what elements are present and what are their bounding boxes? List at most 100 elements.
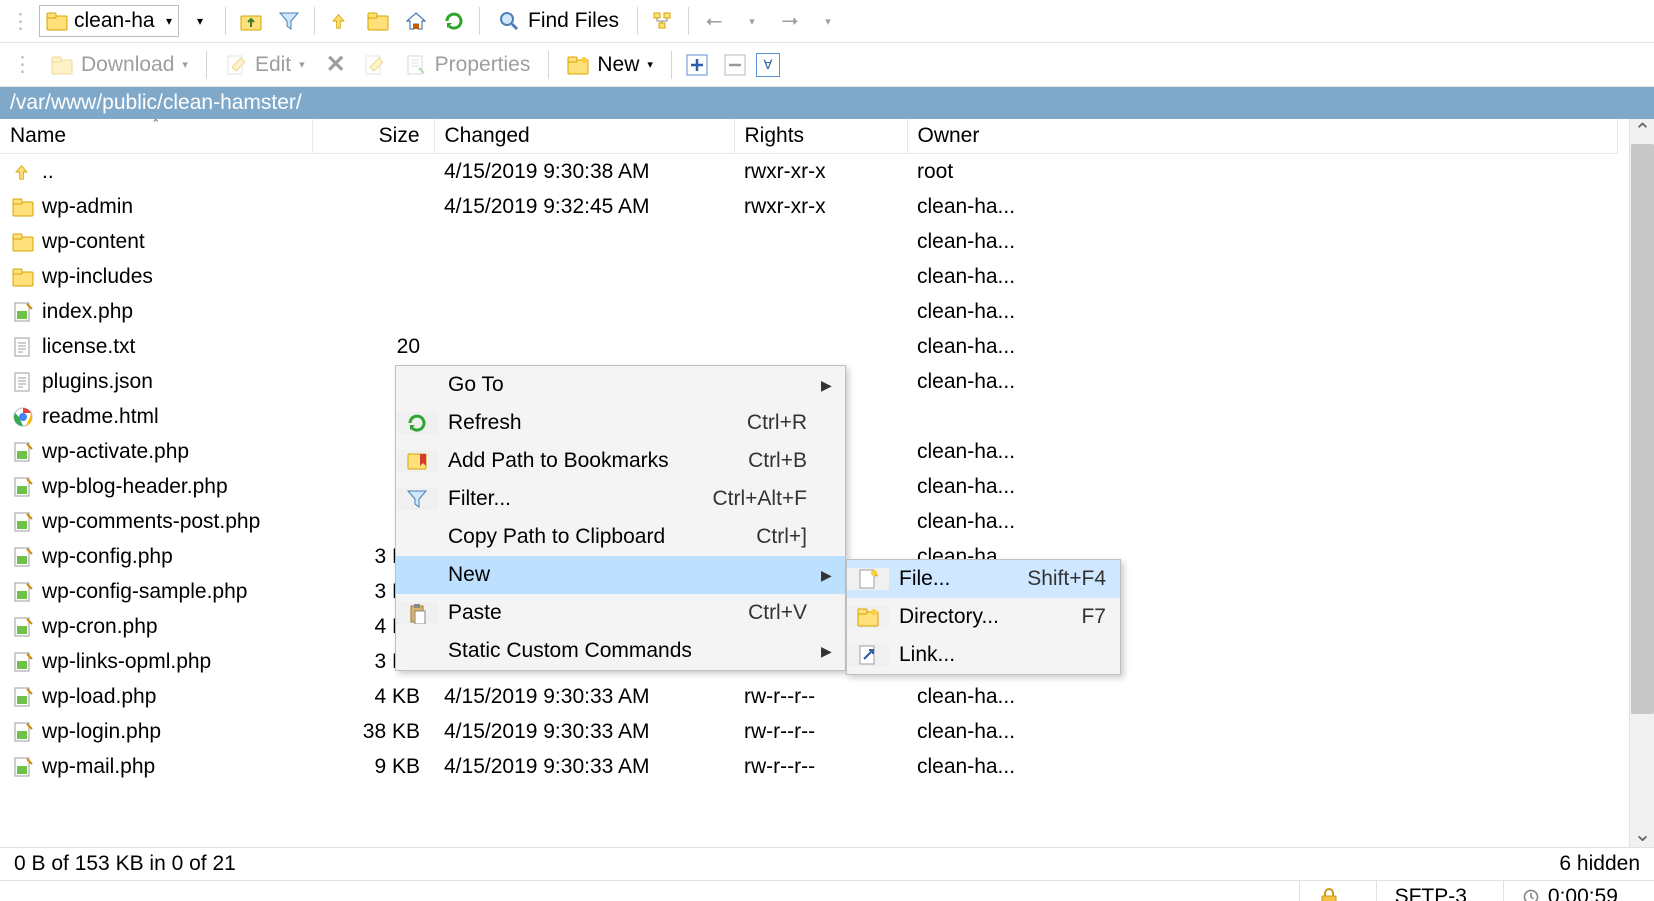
context-item-shortcut: Ctrl+R: [747, 411, 821, 435]
context-item[interactable]: Filter...Ctrl+Alt+F: [396, 480, 845, 518]
table-row[interactable]: index.phpclean-ha...: [0, 294, 1617, 329]
new-button[interactable]: New ▾: [557, 48, 663, 82]
nav-home-button[interactable]: [399, 4, 433, 38]
tree-button[interactable]: [646, 4, 680, 38]
context-item[interactable]: Static Custom Commands▶: [396, 632, 845, 670]
context-item[interactable]: RefreshCtrl+R: [396, 404, 845, 442]
file-owner: clean-ha...: [907, 329, 1617, 364]
col-size[interactable]: Size: [312, 119, 434, 154]
context-item-label: Directory...: [889, 605, 1081, 629]
context-item[interactable]: Copy Path to ClipboardCtrl+]: [396, 518, 845, 556]
scroll-up-icon[interactable]: ⌃: [1630, 119, 1654, 144]
scroll-thumb[interactable]: [1631, 144, 1654, 714]
col-owner[interactable]: Owner: [907, 119, 1617, 154]
file-name: ..: [42, 158, 54, 185]
context-item-label: Copy Path to Clipboard: [438, 525, 756, 549]
file-type-icon: [12, 231, 34, 253]
chevron-down-icon: ▾: [166, 14, 172, 28]
context-item[interactable]: New▶: [396, 556, 845, 594]
file-owner: clean-ha...: [907, 679, 1617, 714]
refresh-button[interactable]: [437, 4, 471, 38]
select-all-button[interactable]: ∀: [756, 53, 780, 77]
file-changed: [434, 294, 734, 329]
file-rights: [734, 259, 907, 294]
path-bar[interactable]: /var/www/public/clean-hamster/: [0, 87, 1654, 119]
file-rights: rwxr-xr-x: [734, 189, 907, 224]
file-name: wp-mail.php: [42, 753, 155, 780]
file-size: [312, 224, 434, 259]
context-item[interactable]: Link...: [847, 636, 1120, 674]
path-text: /var/www/public/clean-hamster/: [10, 91, 302, 114]
nav-fwd-split[interactable]: ▾: [811, 4, 845, 38]
context-item-label: Paste: [438, 601, 748, 625]
encryption-indicator[interactable]: [1299, 881, 1358, 901]
delete-button[interactable]: ✕: [319, 48, 353, 82]
col-rights[interactable]: Rights: [734, 119, 907, 154]
context-item[interactable]: File...Shift+F4: [847, 560, 1120, 598]
session-time-label: 0:00:59: [1548, 885, 1618, 901]
file-type-icon: [12, 756, 34, 778]
table-row[interactable]: wp-admin4/15/2019 9:32:45 AMrwxr-xr-xcle…: [0, 189, 1617, 224]
file-owner: root: [907, 154, 1617, 190]
clock-icon: [1522, 888, 1540, 901]
context-item[interactable]: Directory...F7: [847, 598, 1120, 636]
chevron-down-icon: ▾: [182, 58, 188, 71]
properties-button[interactable]: Properties: [395, 48, 541, 82]
file-owner: clean-ha...: [907, 434, 1617, 469]
context-item[interactable]: PasteCtrl+V: [396, 594, 845, 632]
file-size: [312, 154, 434, 190]
edit-button[interactable]: Edit ▾: [215, 48, 315, 82]
table-row[interactable]: wp-contentclean-ha...: [0, 224, 1617, 259]
table-row[interactable]: ..4/15/2019 9:30:38 AMrwxr-xr-xroot: [0, 154, 1617, 190]
folder-dropdown[interactable]: clean-ha ▾: [39, 5, 179, 37]
file-name: wp-activate.php: [42, 438, 189, 465]
file-name: wp-comments-post.php: [42, 508, 260, 535]
nav-back-button[interactable]: ⭠: [697, 4, 731, 38]
context-item-label: Refresh: [438, 411, 747, 435]
table-row[interactable]: wp-mail.php9 KB4/15/2019 9:30:33 AMrw-r-…: [0, 749, 1617, 784]
nav-fwd-button[interactable]: ⭢: [773, 4, 807, 38]
table-row[interactable]: wp-includesclean-ha...: [0, 259, 1617, 294]
minus-button[interactable]: [718, 48, 752, 82]
file-type-icon: [12, 336, 34, 358]
rename-button[interactable]: [357, 48, 391, 82]
file-name: wp-load.php: [42, 683, 156, 710]
col-owner-label: Owner: [918, 124, 980, 147]
context-item-icon: [847, 568, 889, 590]
nav-open-button[interactable]: [361, 4, 395, 38]
col-name[interactable]: ⌃Name: [0, 119, 312, 154]
col-changed[interactable]: Changed: [434, 119, 734, 154]
file-owner: clean-ha...: [907, 714, 1617, 749]
file-name: wp-content: [42, 228, 145, 255]
main-toolbar: ⋮ clean-ha ▾ ▾ Find Files ⭠ ▾ ⭢ ▾: [0, 0, 1654, 43]
file-type-icon: [12, 301, 34, 323]
file-owner: clean-ha...: [907, 294, 1617, 329]
file-size: [312, 189, 434, 224]
nav-up-button[interactable]: [323, 4, 357, 38]
filter-button[interactable]: [272, 4, 306, 38]
nav-back-split[interactable]: ▾: [735, 4, 769, 38]
context-item-label: Filter...: [438, 487, 712, 511]
table-row[interactable]: wp-load.php4 KB4/15/2019 9:30:33 AMrw-r-…: [0, 679, 1617, 714]
plus-button[interactable]: [680, 48, 714, 82]
file-changed: 4/15/2019 9:32:45 AM: [434, 189, 734, 224]
context-item-shortcut: Ctrl+Alt+F: [712, 487, 821, 511]
parent-dir-button[interactable]: [234, 4, 268, 38]
find-files-button[interactable]: Find Files: [488, 4, 629, 38]
file-listing: ⌃Name Size Changed Rights Owner ..4/15/2…: [0, 119, 1654, 847]
vertical-scrollbar[interactable]: ⌃ ⌄: [1629, 119, 1654, 847]
properties-label: Properties: [435, 53, 531, 77]
submenu-arrow-icon: ▶: [821, 643, 845, 660]
context-menu: Go To▶RefreshCtrl+RAdd Path to Bookmarks…: [395, 365, 846, 671]
context-item[interactable]: Add Path to BookmarksCtrl+B: [396, 442, 845, 480]
context-item-icon: [396, 602, 438, 624]
scroll-down-icon[interactable]: ⌄: [1630, 822, 1654, 847]
secondary-toolbar: ⋮ Download ▾ Edit ▾ ✕ Properties New ▾ ∀: [0, 43, 1654, 87]
col-changed-label: Changed: [445, 124, 530, 147]
file-name: readme.html: [42, 403, 159, 430]
table-row[interactable]: wp-login.php38 KB4/15/2019 9:30:33 AMrw-…: [0, 714, 1617, 749]
download-button[interactable]: Download ▾: [41, 48, 198, 82]
context-item[interactable]: Go To▶: [396, 366, 845, 404]
table-row[interactable]: license.txt20clean-ha...: [0, 329, 1617, 364]
dropdown-split[interactable]: ▾: [183, 4, 217, 38]
